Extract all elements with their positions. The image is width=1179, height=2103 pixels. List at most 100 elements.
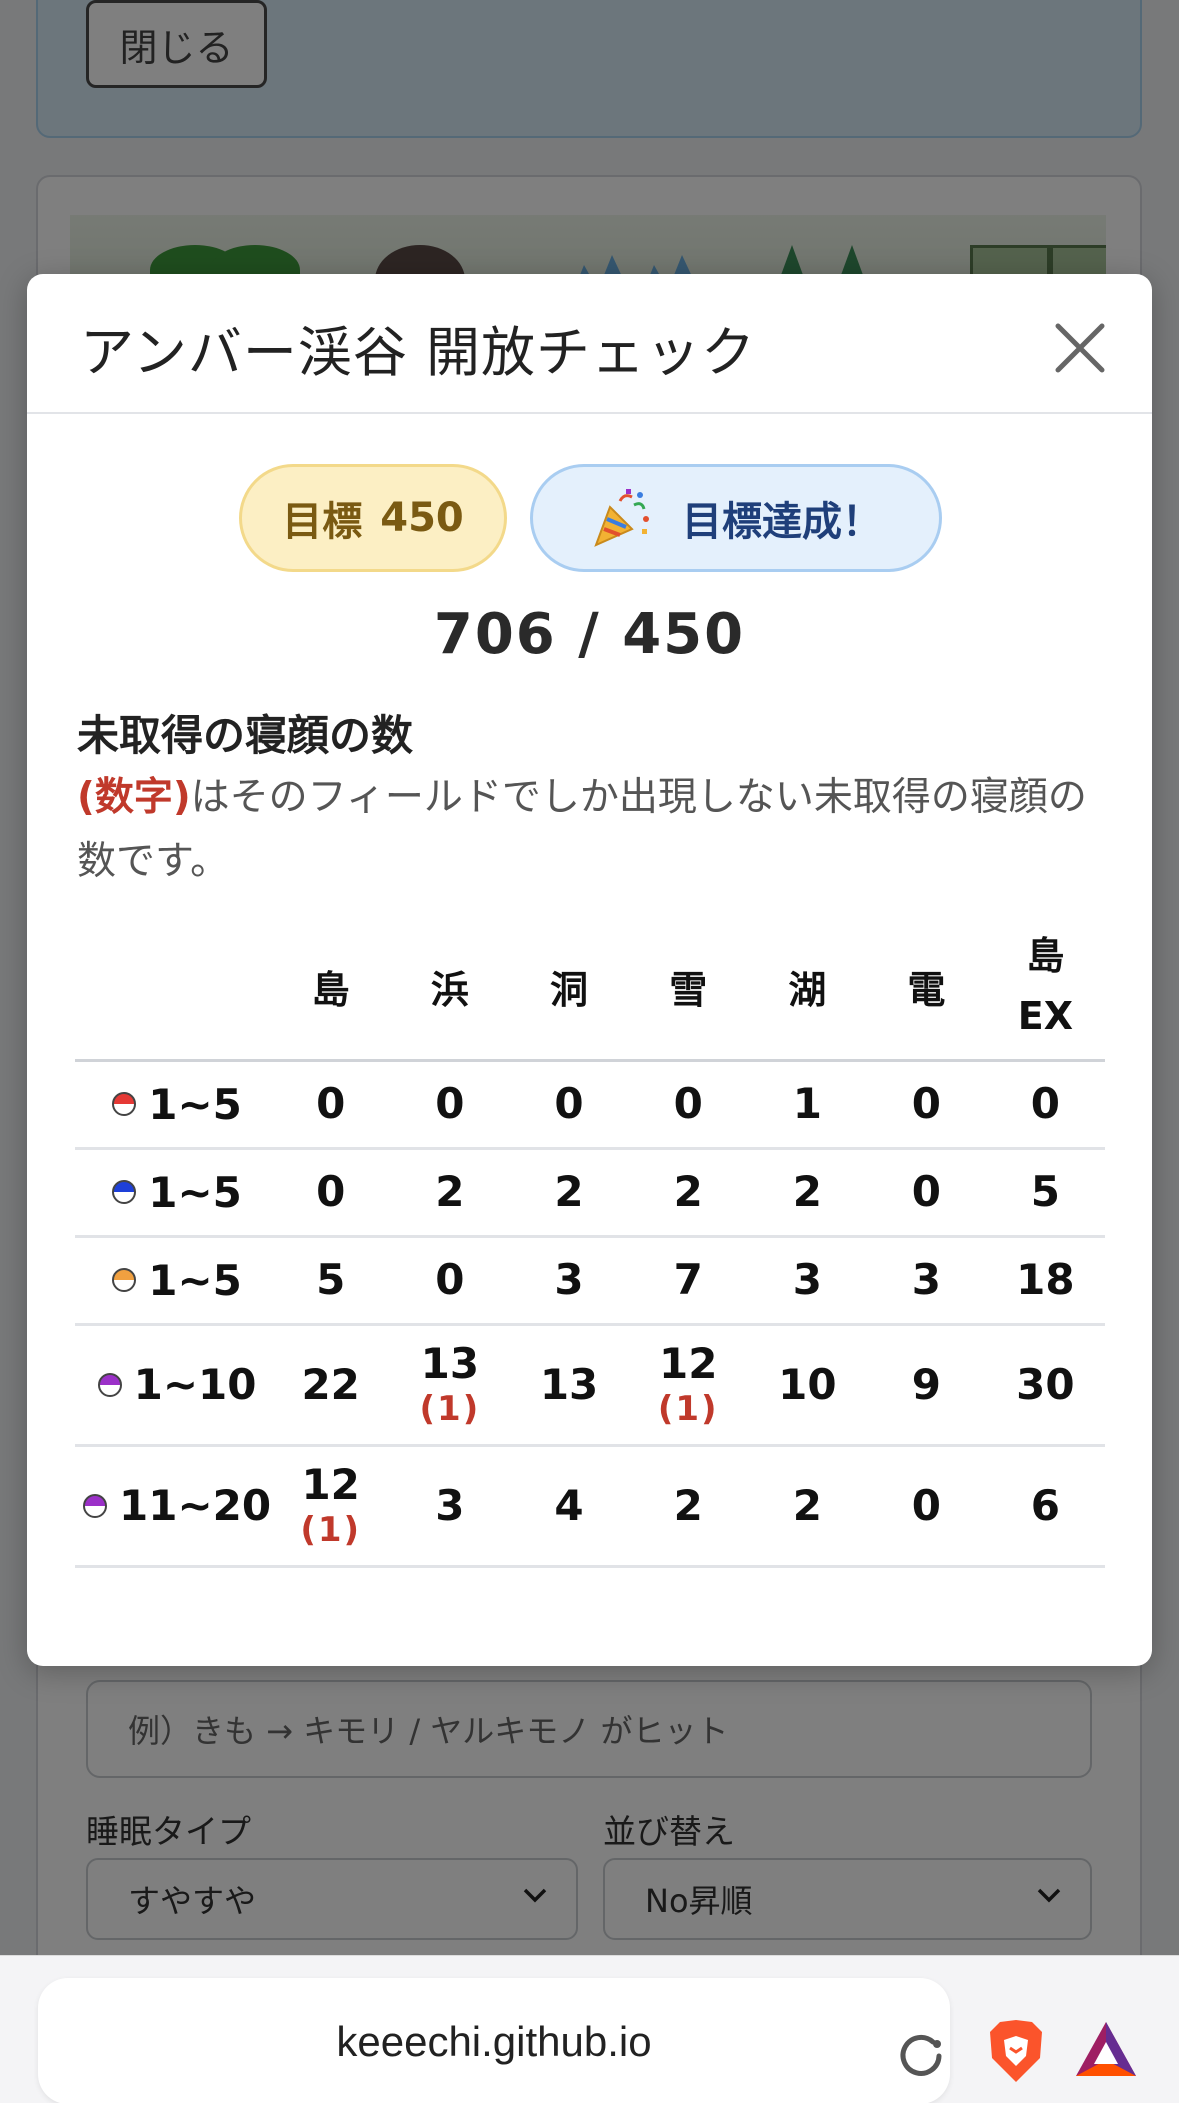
table-cell: 0 [390, 1236, 509, 1324]
column-header: 島 EX [1017, 934, 1074, 1039]
count-value: 0 [435, 1079, 465, 1128]
count-value: 22 [301, 1359, 360, 1409]
count-value: 2 [554, 1167, 584, 1216]
table-cell: 13 (1) [390, 1324, 509, 1445]
column-header: 島 [311, 967, 350, 1012]
table-cell: 0 [509, 1060, 628, 1148]
column-header: 電 [907, 967, 946, 1012]
goal-badge: 目標 450 [239, 464, 507, 572]
table-cell: 30 [986, 1324, 1105, 1445]
count-value: 2 [673, 1480, 703, 1530]
count-value: 10 [778, 1359, 837, 1409]
count-value: 3 [911, 1255, 941, 1304]
count-value: 0 [1030, 1079, 1061, 1128]
count-value: 2 [673, 1167, 703, 1216]
reload-icon[interactable] [893, 2028, 949, 2084]
row-label-text: 11~20 [119, 1481, 272, 1530]
count-value: 0 [911, 1167, 941, 1216]
count-value: 3 [435, 1480, 465, 1530]
table-cell: 6 [986, 1445, 1105, 1566]
table-cell: 12 (1) [271, 1445, 390, 1566]
address-bar[interactable]: keeechi.github.io [38, 1978, 950, 2103]
row-label: 1~5 [75, 1236, 271, 1324]
header-empty [75, 914, 271, 1060]
table-cell: 18 [986, 1236, 1105, 1324]
table-cell: 0 [271, 1060, 390, 1148]
browser-toolbar: keeechi.github.io [0, 1955, 1179, 2103]
goal-value: 450 [380, 495, 464, 541]
count-value: 6 [1030, 1480, 1061, 1530]
count-value: 30 [1016, 1359, 1075, 1409]
table-cell: 0 [271, 1148, 390, 1236]
table-cell: 3 [748, 1236, 867, 1324]
row-label: 11~20 [75, 1445, 271, 1566]
table-cell: 0 [867, 1148, 986, 1236]
exclusive-count: (1) [300, 1509, 362, 1550]
bat-rewards-icon[interactable] [1074, 2020, 1138, 2078]
row-label: 1~10 [75, 1324, 271, 1445]
count-value: 0 [316, 1167, 346, 1216]
missing-count-table: 島 浜 洞 雪 湖 電 島 EX 1~5 0 0 0 0 1 0 0 1~5 0 2 2 2 2 0 5 1~5… [75, 914, 1105, 1568]
table-row: 1~10 22 13 (1) 13 12 (1) 10 9 30 [75, 1324, 1105, 1445]
sleep-type-dot-icon [83, 1493, 107, 1518]
column-header: 雪 [669, 967, 708, 1012]
party-popper-icon [594, 489, 649, 547]
row-label-text: 1~10 [133, 1360, 257, 1409]
table-cell: 22 [271, 1324, 390, 1445]
table-row: 1~5 0 2 2 2 2 0 5 [75, 1148, 1105, 1236]
table-cell: 9 [867, 1324, 986, 1445]
url-text: keeechi.github.io [336, 2018, 652, 2065]
count-value: 2 [792, 1480, 822, 1530]
column-header: 湖 [788, 967, 827, 1012]
goal-achieved-label: 目標達成！ [682, 499, 882, 545]
section-title: 未取得の寝顔の数 [77, 711, 414, 760]
column-header: 洞 [550, 967, 589, 1012]
close-icon[interactable] [1050, 318, 1110, 378]
count-value: 2 [435, 1167, 465, 1216]
count-value: 13 [539, 1359, 599, 1409]
brave-shield-icon[interactable] [984, 2018, 1048, 2084]
description-highlight: (数字) [77, 775, 191, 820]
table-cell: 3 [867, 1236, 986, 1324]
count-value: 0 [911, 1079, 941, 1128]
table-cell: 2 [748, 1148, 867, 1236]
row-label: 1~5 [75, 1148, 271, 1236]
column-header: 浜 [430, 967, 469, 1012]
count-value: 12 [301, 1459, 360, 1509]
count-value: 3 [554, 1255, 584, 1304]
count-value: 12 [658, 1338, 718, 1388]
row-label-text: 1~5 [148, 1167, 242, 1217]
count-value: 4 [554, 1480, 584, 1530]
modal-header: アンバー渓谷 開放チェック [27, 274, 1152, 414]
goal-label: 目標 [282, 499, 363, 545]
row-label-text: 1~5 [148, 1079, 242, 1129]
row-label-text: 1~5 [148, 1255, 242, 1305]
count-value: 1 [792, 1079, 822, 1128]
table-cell: 3 [390, 1445, 509, 1566]
sleep-type-dot-icon [112, 1268, 137, 1292]
unlock-check-modal: アンバー渓谷 開放チェック 目標 450 目標達成！ 706 / 450 未取得… [27, 274, 1152, 1666]
table-cell: 2 [509, 1148, 628, 1236]
count-value: 5 [316, 1255, 346, 1304]
count-value: 0 [673, 1079, 703, 1128]
table-cell: 1 [748, 1060, 867, 1148]
count-value: 0 [554, 1079, 584, 1128]
table-cell: 4 [509, 1445, 628, 1566]
row-label: 1~5 [75, 1060, 271, 1148]
table-cell: 0 [390, 1060, 509, 1148]
table-header-row: 島 浜 洞 雪 湖 電 島 EX [75, 914, 1105, 1060]
count-value: 0 [911, 1480, 941, 1530]
exclusive-count: (1) [657, 1388, 719, 1429]
table-cell: 2 [629, 1148, 748, 1236]
table-cell: 2 [390, 1148, 509, 1236]
count-value: 7 [673, 1255, 703, 1304]
count-value: 3 [792, 1255, 822, 1304]
table-cell: 3 [509, 1236, 628, 1324]
table-cell: 2 [629, 1445, 748, 1566]
exclusive-count: (1) [419, 1388, 481, 1429]
count-value: 9 [911, 1359, 941, 1409]
table-cell: 10 [748, 1324, 867, 1445]
table-cell: 0 [629, 1060, 748, 1148]
count-value: 5 [1030, 1167, 1061, 1216]
table-cell: 2 [748, 1445, 867, 1566]
